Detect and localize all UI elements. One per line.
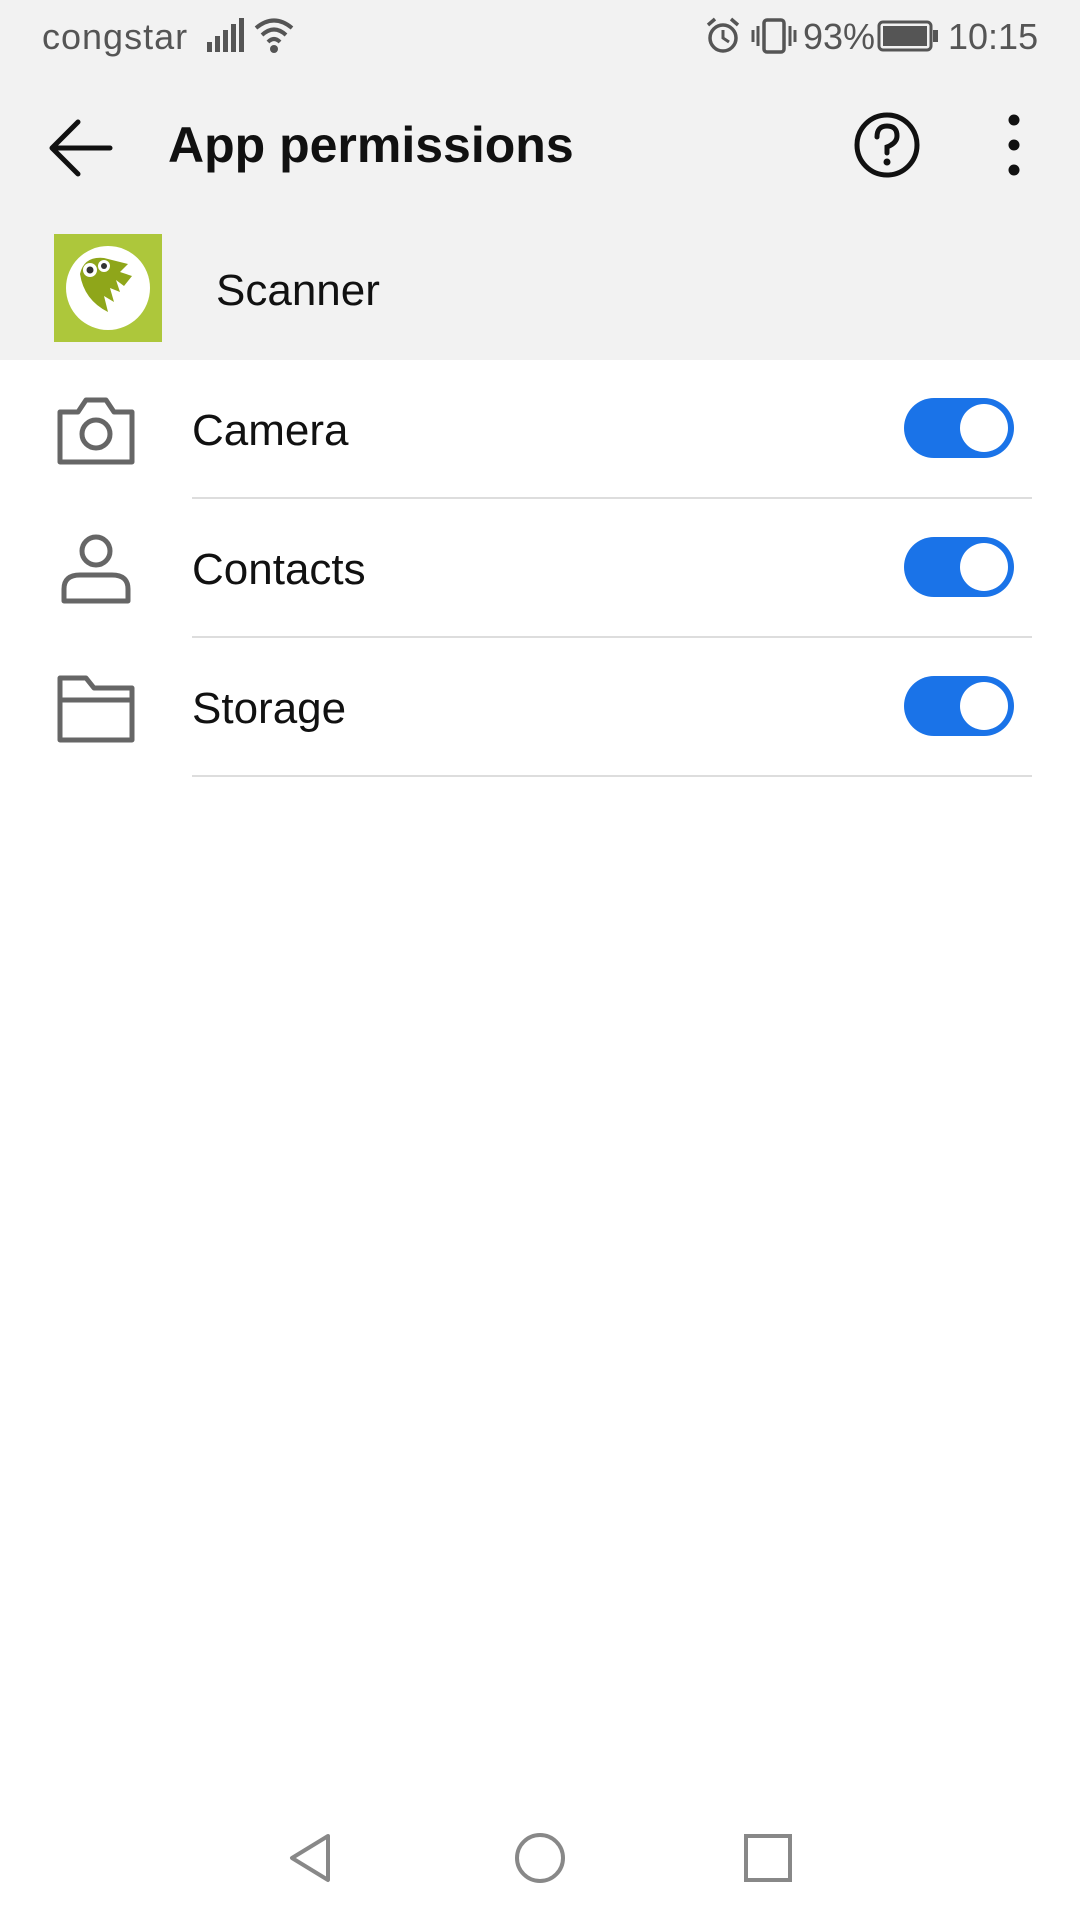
help-circle-icon[interactable] bbox=[852, 110, 922, 180]
toggle-knob bbox=[960, 682, 1008, 730]
person-icon bbox=[61, 534, 131, 604]
nav-home-icon[interactable] bbox=[512, 1830, 568, 1886]
toggle-knob bbox=[960, 543, 1008, 591]
divider bbox=[192, 775, 1032, 777]
more-vert-icon[interactable] bbox=[990, 110, 1038, 180]
permission-row-contacts[interactable]: Contacts bbox=[0, 499, 1080, 638]
permission-row-storage[interactable]: Storage bbox=[0, 638, 1080, 777]
signal-icon bbox=[207, 18, 244, 52]
app-header: Scanner bbox=[0, 218, 1080, 360]
carrier-name: congstar bbox=[42, 16, 189, 57]
vibrate-icon bbox=[751, 18, 797, 54]
battery-percent: 93% bbox=[803, 16, 876, 57]
permission-row-camera[interactable]: Camera bbox=[0, 360, 1080, 499]
permission-label: Contacts bbox=[192, 545, 366, 594]
camera-toggle[interactable] bbox=[904, 398, 1014, 458]
app-name: Scanner bbox=[216, 266, 380, 315]
wifi-icon bbox=[254, 18, 294, 53]
scanner-app-icon bbox=[54, 234, 162, 342]
permission-label: Storage bbox=[192, 684, 347, 733]
clock: 10:15 bbox=[948, 16, 1039, 57]
arrow-back-icon[interactable] bbox=[42, 112, 122, 184]
permission-list: Camera Contacts Storage bbox=[0, 360, 1080, 777]
folder-icon bbox=[57, 675, 135, 743]
storage-toggle[interactable] bbox=[904, 676, 1014, 736]
status-bar: congstar 93% 10:15 bbox=[0, 0, 1080, 76]
nav-recents-icon[interactable] bbox=[742, 1832, 794, 1884]
page-title: App permissions bbox=[168, 117, 574, 173]
app-bar: App permissions bbox=[0, 76, 1080, 218]
screen: congstar 93% 10:15 App permissions Scann… bbox=[0, 0, 1080, 1920]
nav-back-icon[interactable] bbox=[282, 1830, 338, 1886]
permission-label: Camera bbox=[192, 406, 349, 455]
toggle-knob bbox=[960, 404, 1008, 452]
alarm-icon bbox=[706, 17, 740, 53]
battery-icon bbox=[877, 20, 938, 52]
navigation-bar bbox=[0, 1800, 1080, 1920]
contacts-toggle[interactable] bbox=[904, 537, 1014, 597]
camera-icon bbox=[57, 397, 135, 465]
